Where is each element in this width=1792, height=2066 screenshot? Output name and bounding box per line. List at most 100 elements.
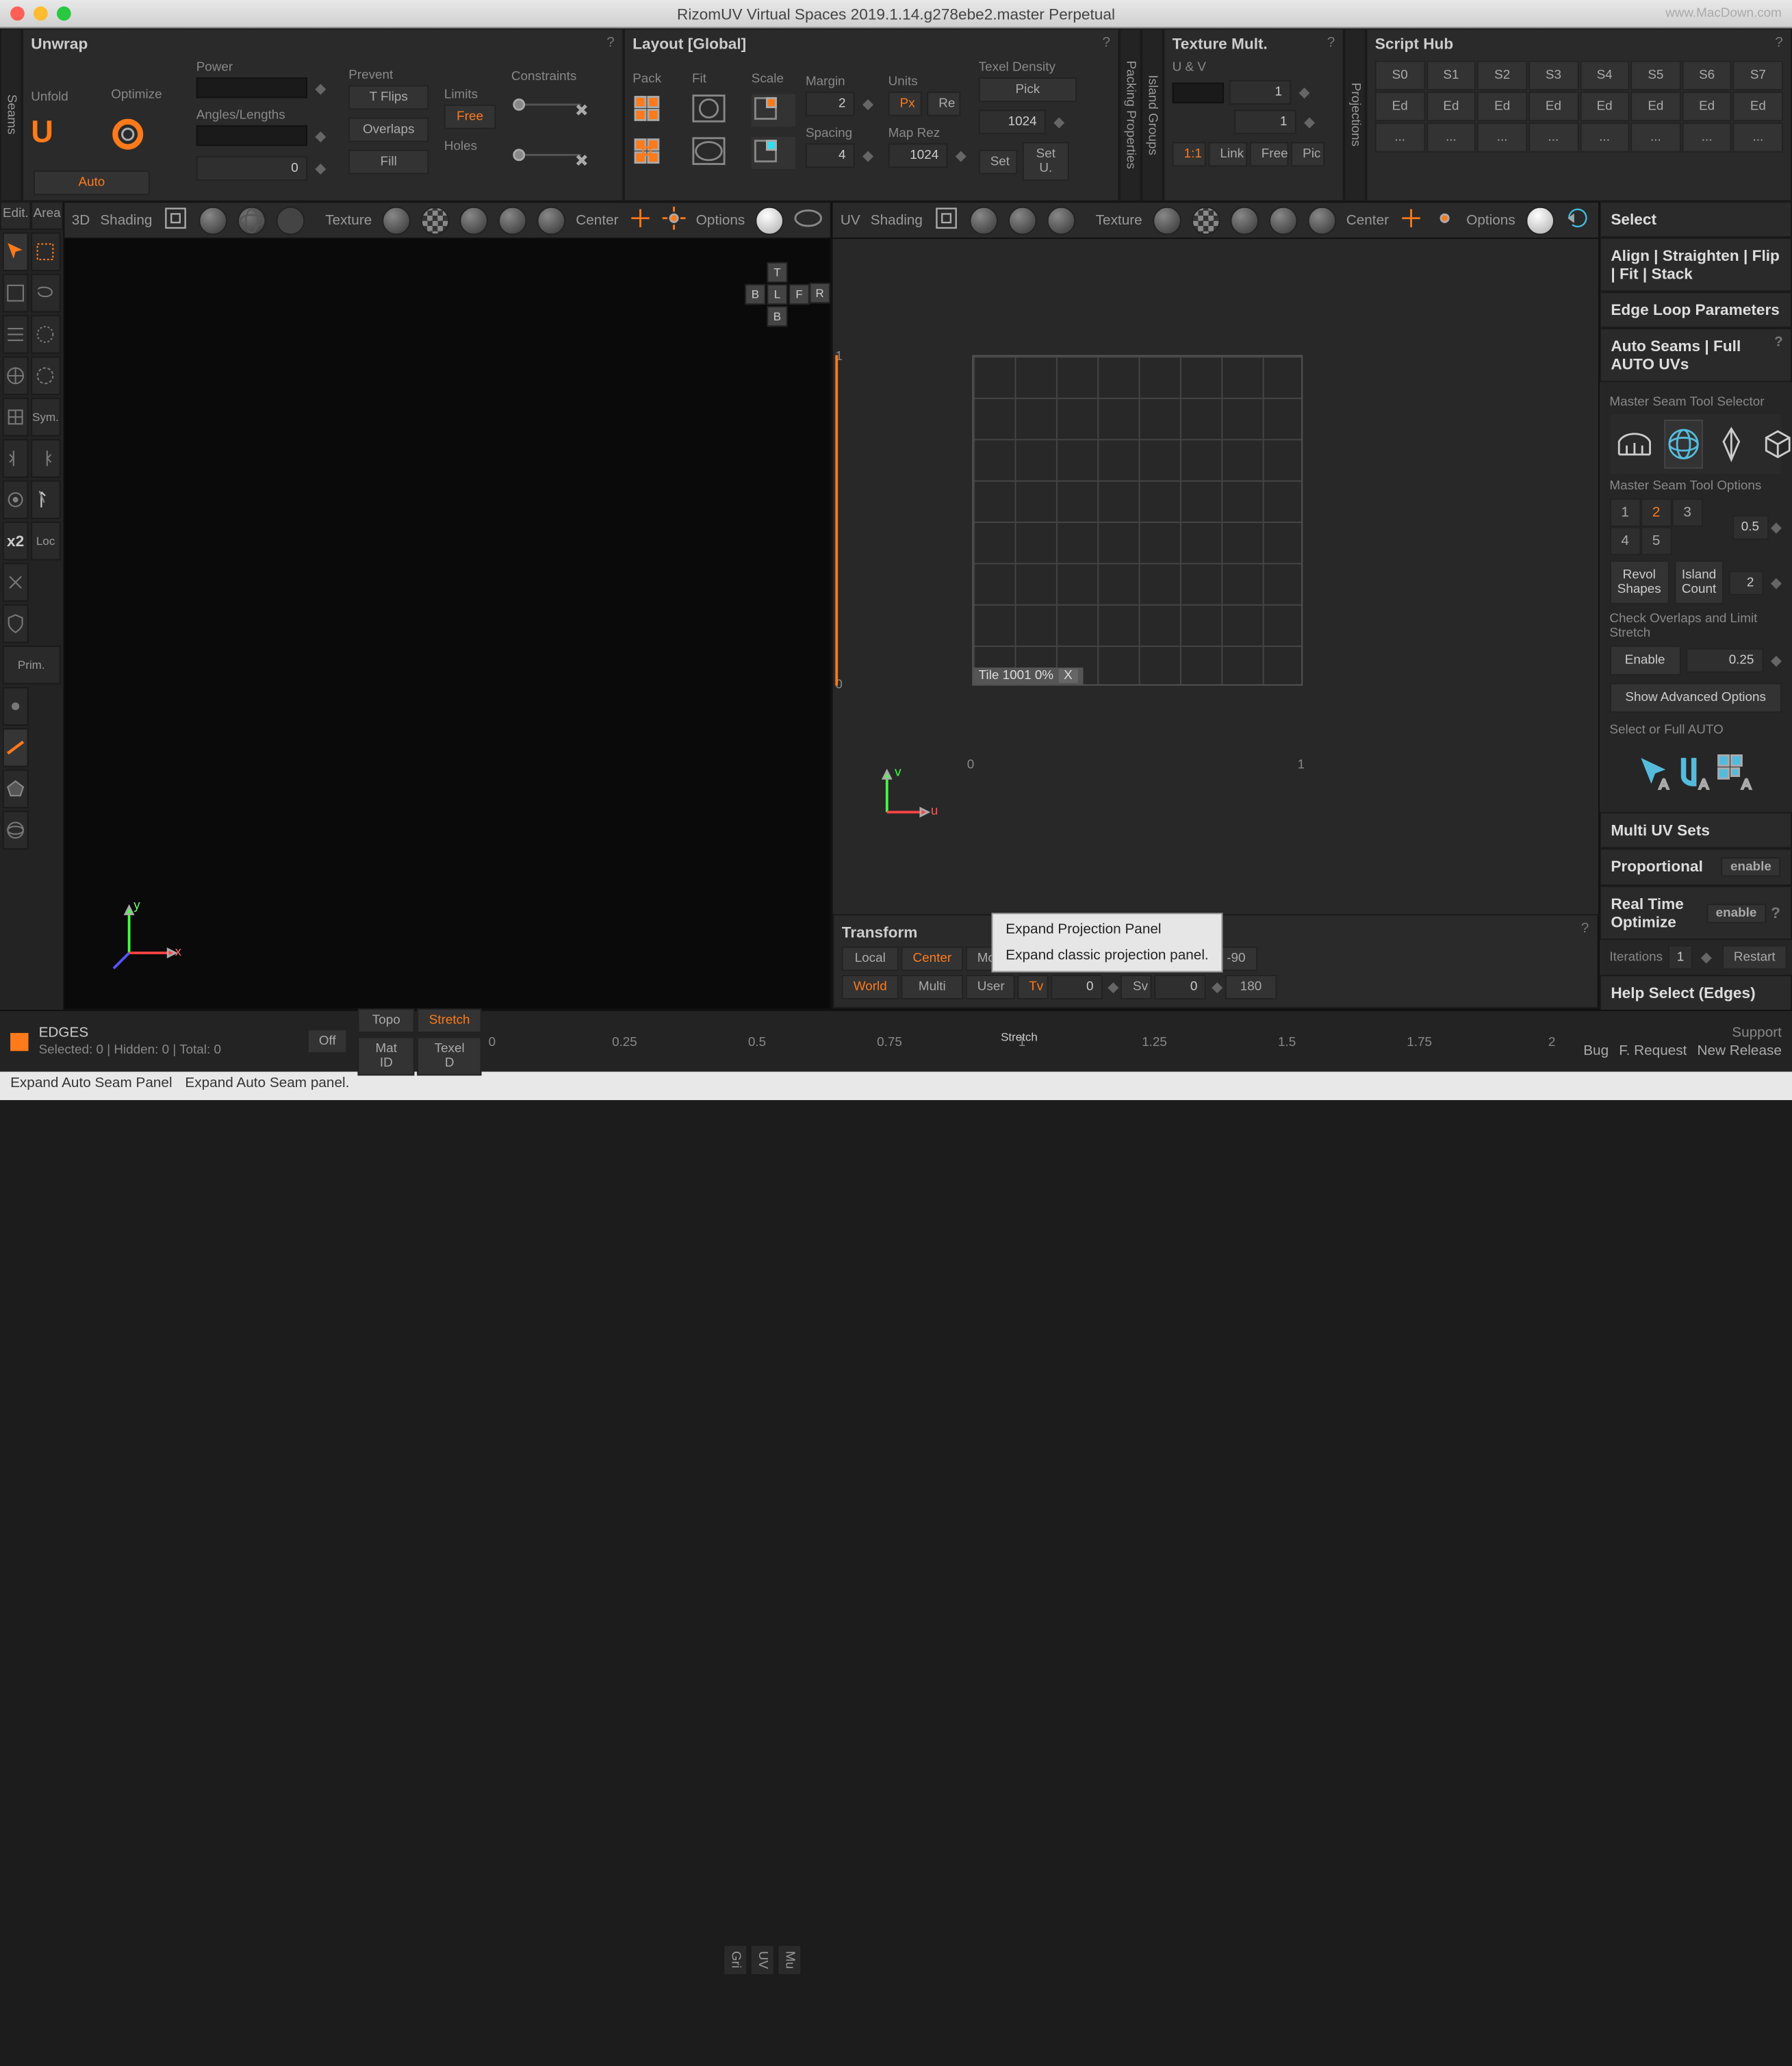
auto-pack-icon[interactable]: A [1716,753,1756,794]
fill-button[interactable]: Fill [348,149,428,174]
sv-input[interactable]: 0 [1155,975,1206,999]
center-button[interactable]: Center [901,947,964,971]
spinner-icon[interactable]: ◆ [1212,979,1223,996]
poly-icon[interactable] [3,769,29,808]
frame-icon[interactable] [163,205,189,235]
helpsel-header[interactable]: Help Select (Edges) [1599,975,1792,1010]
spinner-icon[interactable]: ◆ [1053,114,1064,131]
tile-close-icon[interactable]: X [1059,669,1078,683]
cube-b[interactable]: B [745,284,765,305]
script-slot[interactable]: Ed [1630,92,1680,121]
script-slot[interactable]: ... [1477,123,1527,152]
seam-num-3[interactable]: 3 [1672,498,1703,526]
enable-button[interactable]: Enable [1609,646,1680,675]
align-header[interactable]: Align | Straighten | Flip | Fit | Stack [1599,238,1792,292]
bug-link[interactable]: Bug [1583,1043,1609,1058]
auto-select-icon[interactable]: A [1635,753,1676,794]
tex-d-icon[interactable] [1307,206,1335,234]
texmult-one-b[interactable]: 1 [1234,110,1296,134]
shade-mode-icon[interactable] [1047,206,1075,234]
wireframe-ball-icon[interactable] [238,206,266,234]
box-icon[interactable] [1759,420,1792,469]
select-header[interactable]: Select [1599,201,1792,238]
tab-gri[interactable]: Gri [723,1945,747,1976]
light-icon[interactable] [755,206,783,234]
spinner-icon[interactable]: ◆ [1108,979,1118,996]
script-slot[interactable]: Ed [1733,92,1783,121]
pick-button[interactable]: Pick [979,77,1077,102]
cube-l[interactable]: L [767,284,787,305]
auto-button[interactable]: Auto [34,170,150,195]
shading-ball-icon[interactable] [199,206,227,234]
topo-button[interactable]: Topo [358,1008,415,1032]
script-slot[interactable]: ... [1733,123,1783,152]
help-icon[interactable]: ? [1103,35,1111,51]
rect-icon[interactable] [3,274,29,313]
viewport-uv-canvas[interactable]: 1 0 0 1 Tile 1001 0%X v u [833,239,1598,914]
seams-tab[interactable]: Seams [0,28,22,201]
scale-icon-a[interactable] [752,94,795,127]
enable-proportional[interactable]: enable [1721,857,1780,876]
proportional-header[interactable]: Proportionalenable [1599,848,1792,886]
maximize-icon[interactable] [57,6,71,21]
spinner-icon[interactable]: ◆ [1304,114,1315,131]
script-slot[interactable]: Ed [1375,92,1425,121]
bridge-icon[interactable] [1615,420,1654,469]
stretch-button[interactable]: Stretch [418,1008,482,1032]
shade-mode-icon[interactable] [277,206,305,234]
re-button[interactable]: Re [927,91,960,116]
bracket-left-icon[interactable] [3,439,29,478]
script-slot[interactable]: S6 [1682,61,1732,90]
light-icon[interactable] [1526,206,1554,234]
power-input[interactable] [196,77,307,98]
checker-icon[interactable] [421,206,449,234]
scale-icon-b[interactable] [752,137,795,169]
projections-tab[interactable]: Projections [1344,28,1366,201]
cube-f[interactable]: F [789,284,809,305]
stretch-input[interactable]: 0.25 [1685,648,1763,673]
pic-button[interactable]: Pic [1291,142,1324,166]
matid-button[interactable]: Mat ID [358,1036,415,1075]
realtime-header[interactable]: Real Time Optimizeenable? [1599,886,1792,940]
script-slot[interactable]: Ed [1477,92,1527,121]
texeld-button[interactable]: Texel D [418,1036,482,1075]
sv-button[interactable]: Sv [1121,975,1152,999]
seam-cut-icon[interactable] [3,563,29,602]
island-count[interactable]: 2 [1729,570,1763,595]
world-button[interactable]: World [842,975,899,999]
constraint-slider-b[interactable]: ✕ [511,142,596,171]
frequest-link[interactable]: F. Request [1619,1043,1687,1058]
maprez-input[interactable]: 1024 [888,142,948,167]
val05-input[interactable]: 0.5 [1732,515,1769,539]
enable-realtime[interactable]: enable [1706,903,1765,922]
edgeloop-header[interactable]: Edge Loop Parameters [1599,292,1792,328]
spinner-icon[interactable]: ◆ [315,160,326,177]
script-slot[interactable]: S3 [1528,61,1578,90]
spinner-icon[interactable]: ◆ [862,146,873,164]
overlaps-button[interactable]: Overlaps [348,117,428,142]
center-b-icon[interactable] [663,207,686,234]
tex-c-icon[interactable] [498,206,526,234]
texmult-input-a[interactable] [1173,82,1224,103]
auto-unfold-icon[interactable]: A [1676,753,1716,794]
autoseams-header[interactable]: Auto Seams | Full AUTO UVs? [1599,328,1792,382]
cube-bb[interactable]: B [767,306,787,327]
link-button[interactable]: Link [1208,142,1247,166]
tex-a-icon[interactable] [382,206,410,234]
a180-button[interactable]: 180 [1225,975,1277,999]
multi-button[interactable]: Multi [901,975,964,999]
iterations-input[interactable]: 1 [1668,945,1693,970]
help-icon[interactable]: ? [1775,35,1783,51]
script-slot[interactable]: S4 [1580,61,1630,90]
script-slot[interactable]: S7 [1733,61,1783,90]
shading-ball-icon[interactable] [969,206,997,234]
texel-input[interactable]: 1024 [979,110,1046,134]
pack-icon-a[interactable] [632,94,682,127]
bracket-right-icon[interactable] [31,439,60,478]
edit-tab[interactable]: Edit. [0,201,31,229]
grid-icon[interactable] [3,398,29,437]
restart-button[interactable]: Restart [1722,945,1787,970]
ratio-button[interactable]: 1:1 [1173,142,1206,166]
tflips-button[interactable]: T Flips [348,85,428,110]
wireframe-ball-icon[interactable] [1008,206,1036,234]
